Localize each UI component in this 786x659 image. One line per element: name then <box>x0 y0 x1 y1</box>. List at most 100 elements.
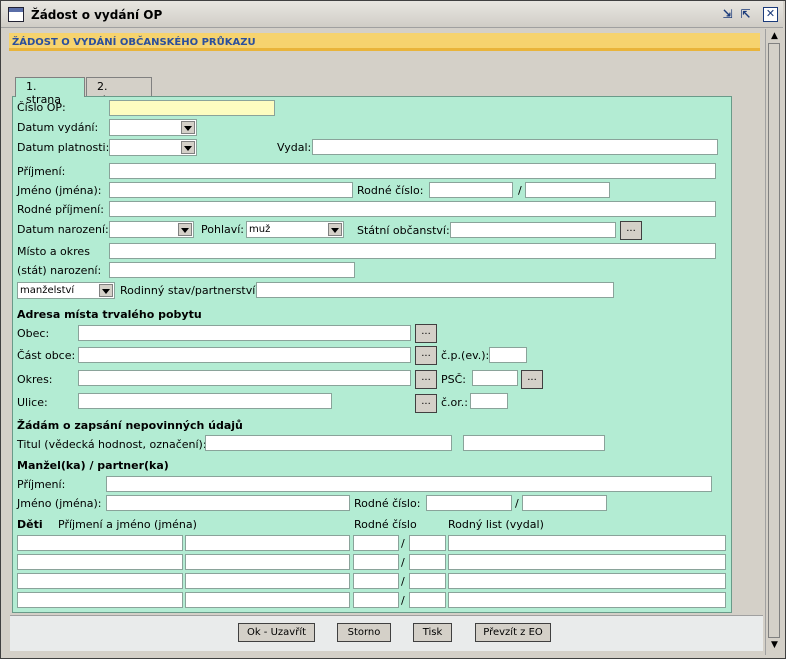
dite-jmeno-input[interactable] <box>185 535 350 551</box>
okres-browse-button[interactable]: ... <box>415 370 437 389</box>
obec-input[interactable] <box>78 325 411 341</box>
dite-rodne-cislo-input-1[interactable] <box>353 573 399 589</box>
chevron-down-icon[interactable] <box>99 284 113 297</box>
dite-rodne-cislo-input-1[interactable] <box>353 535 399 551</box>
tab-strana-2[interactable]: 2. strana <box>86 77 152 106</box>
datum-narozeni-combo[interactable] <box>109 221 194 238</box>
manzel-jmeno-label: Jméno (jména): <box>17 497 102 510</box>
dite-jmeno-input[interactable] <box>185 592 350 608</box>
vydal-input[interactable] <box>312 139 718 155</box>
close-icon[interactable]: ✕ <box>763 7 778 22</box>
rodinny-stav-label: Rodinný stav/partnerství: <box>120 284 260 297</box>
titul-input-1[interactable] <box>205 435 452 451</box>
dite-rodne-cislo-input-1[interactable] <box>353 554 399 570</box>
prijmeni-input[interactable] <box>109 163 716 179</box>
statni-obcanstvi-browse-button[interactable]: ... <box>620 221 642 240</box>
maximize-icon[interactable]: ⇱ <box>738 7 753 22</box>
chevron-down-icon[interactable] <box>178 223 192 236</box>
cast-obce-label: Část obce: <box>17 349 76 362</box>
dite-rodny-list-input[interactable] <box>448 592 726 608</box>
vertical-scrollbar[interactable]: ▲ ▼ <box>765 29 782 655</box>
ulice-input[interactable] <box>78 393 332 409</box>
titul-input-2[interactable] <box>463 435 605 451</box>
manzel-prijmeni-input[interactable] <box>106 476 712 492</box>
titul-label: Titul (vědecká hodnost, označení): <box>17 438 207 451</box>
rodinny-stav-input[interactable] <box>256 282 614 298</box>
pohlavi-value: muž <box>249 224 271 235</box>
adresa-heading: Adresa místa trvalého pobytu <box>17 308 202 321</box>
ulice-browse-button[interactable]: ... <box>415 394 437 413</box>
dite-prijmeni-input[interactable] <box>17 573 183 589</box>
datum-vydani-combo[interactable] <box>109 119 197 136</box>
cp-input[interactable] <box>489 347 527 363</box>
cislo-op-input[interactable] <box>109 100 275 116</box>
chevron-down-icon[interactable] <box>328 223 342 236</box>
cor-input[interactable] <box>470 393 508 409</box>
datum-platnosti-label: Datum platnosti: <box>17 141 110 154</box>
vydal-label: Vydal: <box>277 141 312 154</box>
rodne-prijmeni-input[interactable] <box>109 201 716 217</box>
statni-obcanstvi-label: Státní občanství: <box>357 224 450 237</box>
rodne-cislo-input-1[interactable] <box>429 182 513 198</box>
dite-rodny-list-input[interactable] <box>448 535 726 551</box>
psc-browse-button[interactable]: ... <box>521 370 543 389</box>
manzel-rodne-cislo-slash: / <box>515 497 519 510</box>
dite-jmeno-input[interactable] <box>185 573 350 589</box>
chevron-down-icon[interactable] <box>181 121 195 134</box>
deti-prijmeni-header: Příjmení a jméno (jména) <box>58 518 197 531</box>
prevzit-z-eo-button[interactable]: Převzít z EO <box>475 623 551 642</box>
scroll-up-icon[interactable]: ▲ <box>768 30 781 43</box>
dite-rodny-list-input[interactable] <box>448 554 726 570</box>
dite-rodne-cislo-input-2[interactable] <box>409 592 446 608</box>
dite-rodne-cislo-input-2[interactable] <box>409 554 446 570</box>
cast-obce-input[interactable] <box>78 347 411 363</box>
obec-browse-button[interactable]: ... <box>415 324 437 343</box>
manzel-heading: Manžel(ka) / partner(ka) <box>17 459 169 472</box>
datum-platnosti-combo[interactable] <box>109 139 197 156</box>
manzel-rodne-cislo-input-2[interactable] <box>522 495 607 511</box>
tab-strana-1[interactable]: 1. strana <box>15 77 85 106</box>
dite-prijmeni-input[interactable] <box>17 535 183 551</box>
chevron-down-icon[interactable] <box>181 141 195 154</box>
manzel-prijmeni-label: Příjmení: <box>17 478 66 491</box>
scroll-down-icon[interactable]: ▼ <box>768 639 781 652</box>
restore-icon[interactable]: ⇲ <box>720 7 735 22</box>
pohlavi-select[interactable]: muž <box>246 221 344 238</box>
scroll-thumb[interactable] <box>768 43 780 638</box>
cast-obce-browse-button[interactable]: ... <box>415 346 437 365</box>
dite-rodne-cislo-slash: / <box>401 575 405 588</box>
window-icon <box>8 7 24 22</box>
rodne-cislo-slash: / <box>518 184 522 197</box>
datum-vydani-label: Datum vydání: <box>17 121 99 134</box>
storno-button[interactable]: Storno <box>337 623 391 642</box>
title-bar[interactable]: Žádost o vydání OP ⇲ ⇱ ✕ <box>1 1 783 28</box>
stat-narozeni-label: (stát) narození: <box>17 264 102 277</box>
dite-rodne-cislo-input-2[interactable] <box>409 573 446 589</box>
dite-prijmeni-input[interactable] <box>17 592 183 608</box>
obec-label: Obec: <box>17 327 50 340</box>
rodinny-stav-value: manželství <box>20 285 75 296</box>
okres-input[interactable] <box>78 370 411 386</box>
misto-okres-label: Místo a okres <box>17 245 90 258</box>
rodinny-stav-select[interactable]: manželství <box>17 282 115 299</box>
jmeno-input[interactable] <box>109 182 353 198</box>
okres-label: Okres: <box>17 373 53 386</box>
window-title: Žádost o vydání OP <box>31 8 163 22</box>
manzel-jmeno-input[interactable] <box>106 495 350 511</box>
dite-rodne-cislo-input-2[interactable] <box>409 535 446 551</box>
dite-rodne-cislo-input-1[interactable] <box>353 592 399 608</box>
manzel-rodne-cislo-input-1[interactable] <box>426 495 512 511</box>
ulice-label: Ulice: <box>17 396 48 409</box>
stat-narozeni-input[interactable] <box>109 262 355 278</box>
ok-close-button[interactable]: Ok - Uzavřít <box>238 623 315 642</box>
statni-obcanstvi-input[interactable] <box>450 222 616 238</box>
psc-input[interactable] <box>472 370 518 386</box>
datum-narozeni-label: Datum narození: <box>17 223 109 236</box>
dite-prijmeni-input[interactable] <box>17 554 183 570</box>
dite-rodny-list-input[interactable] <box>448 573 726 589</box>
tisk-button[interactable]: Tisk <box>413 623 452 642</box>
rodne-cislo-input-2[interactable] <box>525 182 610 198</box>
misto-okres-input[interactable] <box>109 243 716 259</box>
dite-jmeno-input[interactable] <box>185 554 350 570</box>
cor-label: č.or.: <box>441 396 468 409</box>
